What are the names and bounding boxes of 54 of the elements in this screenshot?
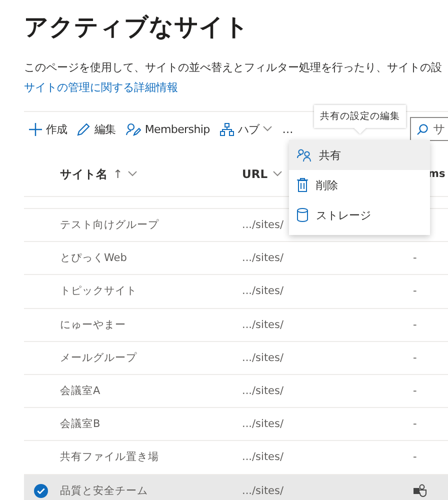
table-cell: - <box>413 252 417 264</box>
table-cell-text: 会議室B <box>60 417 102 432</box>
table-cell-text: .../sites/ <box>242 219 285 232</box>
table-cell-text: .../sites/ <box>242 484 285 497</box>
table-cell: - <box>413 352 417 364</box>
column-header[interactable]: URL <box>242 167 282 181</box>
table-cell: - <box>413 418 417 430</box>
search-icon <box>417 124 428 134</box>
plus-icon <box>29 122 42 136</box>
table-cell-text: トピックサイト <box>60 284 138 298</box>
toolbar-button[interactable]: Membership <box>120 114 215 144</box>
table-cell-text: とぴっくWeb <box>60 251 128 266</box>
table-cell-text: .../sites/ <box>242 285 285 298</box>
table-row[interactable]: 会議室A .../sites/ - <box>24 374 448 408</box>
table-cell: - <box>413 385 417 398</box>
toolbar-button[interactable]: 作成 <box>24 114 72 144</box>
table-cell-text: .../sites/ <box>242 352 285 364</box>
table-row[interactable]: とぴっくWeb .../sites/ - <box>24 242 448 276</box>
table-cell: - <box>413 285 417 298</box>
table-cell-text: .../sites/ <box>242 318 285 331</box>
table-cell-text: メールグループ <box>60 350 138 365</box>
page-description: このページを使用して、サイトの並べ替えとフィルター処理を行ったり、サイトの設 <box>24 60 442 76</box>
table-cell: - <box>413 451 417 464</box>
table-cell-text: 会議室A <box>60 384 102 398</box>
people-icon <box>297 148 311 162</box>
table-row[interactable]: 会議室B .../sites/ - <box>24 408 448 442</box>
toolbar-button[interactable]: 編集 <box>72 114 121 144</box>
table-row[interactable]: トピックサイト .../sites/ - <box>24 275 448 309</box>
column-header[interactable]: サイト名 ↑ <box>60 166 137 182</box>
menu-item[interactable]: 削除 <box>289 170 430 200</box>
learn-more-link[interactable]: サイトの管理に関する詳細情報 <box>24 81 178 94</box>
table-cell-text: .../sites/ <box>242 252 285 264</box>
table-cell-text: 品質と安全チーム <box>60 484 149 498</box>
page-title: アクティブなサイト <box>24 12 250 43</box>
trash-icon <box>297 178 308 192</box>
chevron-down-icon <box>272 171 282 177</box>
hierarchy-icon <box>220 122 234 136</box>
table-row[interactable]: にゅーやまー .../sites/ - <box>24 308 448 342</box>
table-cell-text: 共有ファイル置き場 <box>60 450 160 464</box>
cylinder-icon <box>297 208 308 222</box>
chevron-down-icon <box>128 171 137 177</box>
table-cell-text: .../sites/ <box>242 418 285 430</box>
toolbar-button[interactable]: ハブ <box>214 114 278 144</box>
table-row[interactable]: メールグループ .../sites/ - <box>24 342 448 375</box>
table-cell-text: .../sites/ <box>242 451 285 464</box>
pencil-icon <box>77 122 90 136</box>
table-row[interactable]: 品質と安全チーム .../sites/ <box>24 474 448 500</box>
table-cell-text: テスト向けグループ <box>60 218 160 232</box>
checkmark-icon[interactable] <box>34 484 48 498</box>
table-cell-text: .../sites/ <box>242 385 285 398</box>
table-cell: - <box>413 318 417 331</box>
menu-item[interactable]: 共有 <box>289 140 430 170</box>
table-cell-text: にゅーやまー <box>60 318 127 332</box>
person-edit-icon <box>126 122 141 136</box>
